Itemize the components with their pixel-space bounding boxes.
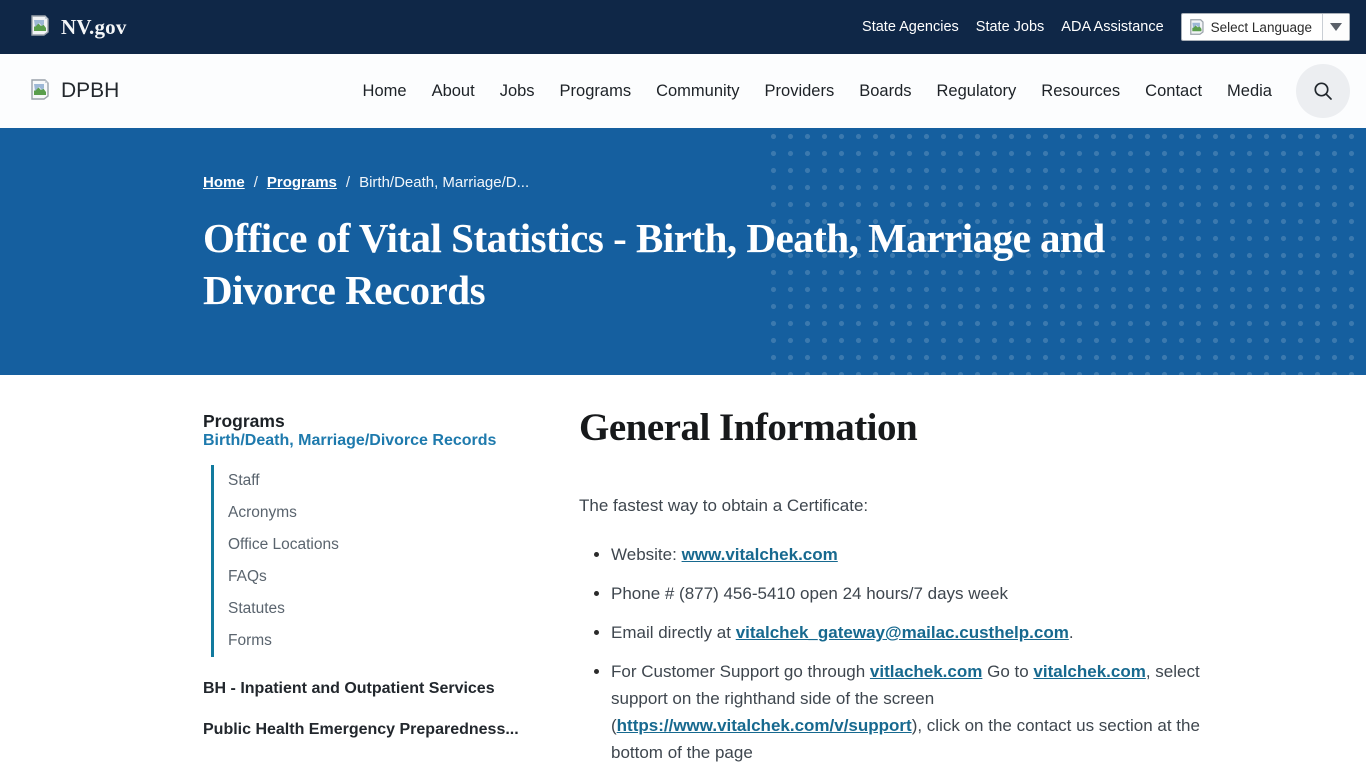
- vitalchek-support-url-link[interactable]: https://www.vitalchek.com/v/support: [617, 716, 912, 735]
- breadcrumb-programs[interactable]: Programs: [267, 174, 337, 191]
- search-icon: [1312, 80, 1334, 102]
- breadcrumb-current: Birth/Death, Marriage/D...: [359, 174, 529, 191]
- hero-banner: Home / Programs / Birth/Death, Marriage/…: [0, 128, 1366, 375]
- dpbh-logo-text: DPBH: [61, 79, 119, 103]
- nav-item-jobs[interactable]: Jobs: [500, 82, 535, 101]
- page-content: General Information The fastest way to o…: [579, 375, 1201, 768]
- dpbh-logo[interactable]: DPBH: [30, 79, 119, 103]
- intro-text: The fastest way to obtain a Certificate:: [579, 496, 1201, 516]
- sidebar-item-bh-inpatient-outpatient[interactable]: BH - Inpatient and Outpatient Services: [203, 680, 579, 698]
- nav-item-providers[interactable]: Providers: [765, 82, 835, 101]
- sidebar-item-birth-death-records[interactable]: Birth/Death, Marriage/Divorce Records: [203, 432, 496, 449]
- sidebar-item-faqs[interactable]: FAQs: [228, 561, 579, 593]
- select-language-label: Select Language: [1211, 20, 1312, 35]
- link-state-agencies[interactable]: State Agencies: [862, 19, 959, 35]
- bullet-text: Email directly at: [611, 623, 736, 642]
- bullet-text: Phone # (877) 456-5410 open 24 hours/7 d…: [611, 584, 1008, 603]
- utility-links: State Agencies State Jobs ADA Assistance: [862, 19, 1164, 35]
- bullet-email: Email directly at vitalchek_gateway@mail…: [611, 619, 1201, 646]
- nav-item-media[interactable]: Media: [1227, 82, 1272, 101]
- utility-topbar: NV.gov State Agencies State Jobs ADA Ass…: [0, 0, 1366, 54]
- breadcrumb: Home / Programs / Birth/Death, Marriage/…: [203, 174, 1366, 191]
- nav-item-community[interactable]: Community: [656, 82, 739, 101]
- select-language-main: Select Language: [1182, 14, 1322, 40]
- search-button[interactable]: [1296, 64, 1350, 118]
- bullet-text: Go to: [982, 662, 1033, 681]
- nav-item-about[interactable]: About: [432, 82, 475, 101]
- nav-item-programs[interactable]: Programs: [560, 82, 632, 101]
- bullet-text: Website:: [611, 545, 682, 564]
- bullet-customer-support: For Customer Support go through vitlache…: [611, 658, 1201, 766]
- sidebar-item-office-locations[interactable]: Office Locations: [228, 529, 579, 561]
- sidebar-item-statutes[interactable]: Statutes: [228, 593, 579, 625]
- programs-sidebar: Programs Birth/Death, Marriage/Divorce R…: [203, 375, 579, 768]
- translate-broken-image-icon: [1189, 19, 1204, 35]
- vitalchek-email-link[interactable]: vitalchek_gateway@mailac.custhelp.com: [736, 623, 1069, 642]
- bullet-website: Website: www.vitalchek.com: [611, 541, 1201, 568]
- hero-content: Home / Programs / Birth/Death, Marriage/…: [0, 128, 1366, 317]
- bullet-text: .: [1069, 623, 1074, 642]
- nav-item-home[interactable]: Home: [363, 82, 407, 101]
- sidebar-item-acronyms[interactable]: Acronyms: [228, 497, 579, 529]
- link-state-jobs[interactable]: State Jobs: [976, 19, 1045, 35]
- bullet-phone: Phone # (877) 456-5410 open 24 hours/7 d…: [611, 580, 1201, 607]
- breadcrumb-home[interactable]: Home: [203, 174, 245, 191]
- nav-item-regulatory[interactable]: Regulatory: [937, 82, 1017, 101]
- main-navigation: DPBH Home About Jobs Programs Community …: [0, 54, 1366, 128]
- select-language-dropdown[interactable]: Select Language: [1181, 13, 1350, 41]
- nav-item-boards[interactable]: Boards: [859, 82, 911, 101]
- sidebar-item-public-health-emergency[interactable]: Public Health Emergency Preparedness...: [203, 721, 579, 739]
- bullet-text: For Customer Support go through: [611, 662, 870, 681]
- nav-menu: Home About Jobs Programs Community Provi…: [363, 82, 1272, 101]
- breadcrumb-separator: /: [346, 174, 350, 191]
- sidebar-item-forms[interactable]: Forms: [228, 625, 579, 657]
- vitalchek-website-link[interactable]: www.vitalchek.com: [682, 545, 838, 564]
- select-language-arrow-button[interactable]: [1322, 14, 1349, 40]
- nav-item-contact[interactable]: Contact: [1145, 82, 1202, 101]
- vitlachek-link[interactable]: vitlachek.com: [870, 662, 982, 681]
- broken-image-icon: [30, 15, 49, 36]
- sidebar-item-staff[interactable]: Staff: [228, 465, 579, 497]
- nvgov-logo-text: NV.gov: [61, 15, 127, 40]
- section-heading: General Information: [579, 405, 1201, 450]
- page-title: Office of Vital Statistics - Birth, Deat…: [203, 212, 1193, 317]
- info-bullet-list: Website: www.vitalchek.com Phone # (877)…: [579, 541, 1201, 766]
- main-area: Programs Birth/Death, Marriage/Divorce R…: [0, 375, 1366, 768]
- broken-image-icon: [30, 79, 49, 100]
- nav-item-resources[interactable]: Resources: [1041, 82, 1120, 101]
- chevron-down-icon: [1330, 23, 1342, 31]
- link-ada-assistance[interactable]: ADA Assistance: [1061, 19, 1163, 35]
- sidebar-heading: Programs: [203, 411, 579, 432]
- nvgov-logo[interactable]: NV.gov: [30, 15, 127, 40]
- breadcrumb-separator: /: [254, 174, 258, 191]
- vitalchek-link[interactable]: vitalchek.com: [1033, 662, 1145, 681]
- sidebar-sub-list: Staff Acronyms Office Locations FAQs Sta…: [211, 465, 579, 657]
